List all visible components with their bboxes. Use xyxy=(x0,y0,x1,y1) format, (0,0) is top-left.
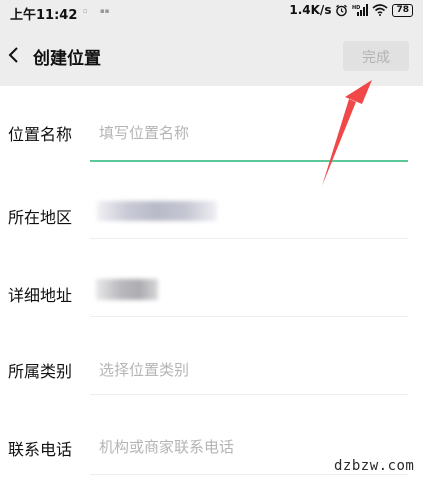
alarm-icon xyxy=(336,4,348,16)
network-speed: 1.4K/s xyxy=(289,3,332,17)
input-underline-active xyxy=(90,160,408,162)
phone-input[interactable]: 机构或商家联系电话 xyxy=(99,436,234,457)
signal-icon: HD xyxy=(352,4,369,16)
svg-text:HD: HD xyxy=(352,5,360,11)
category-selector[interactable]: 选择位置类别 xyxy=(99,359,189,380)
battery-indicator: 78 xyxy=(392,3,413,17)
watermark-text: dzbzw.com xyxy=(334,458,415,474)
field-label-region: 所在地区 xyxy=(8,208,73,227)
app-bar: 创建位置 完成 xyxy=(0,24,423,86)
divider xyxy=(90,394,408,395)
chevron-left-icon[interactable] xyxy=(4,43,26,67)
status-time: 上午11:42 xyxy=(10,8,78,23)
wifi-icon xyxy=(372,4,388,16)
divider xyxy=(90,238,408,239)
form-row-category: 所属类别 选择位置类别 xyxy=(0,320,423,398)
field-label-address: 详细地址 xyxy=(8,286,73,305)
status-bar: 上午11:42 ▫ ▪▪ 1.4K/s HD 78 xyxy=(0,0,423,24)
divider xyxy=(90,316,408,317)
divider xyxy=(90,474,408,475)
field-label-category: 所属类别 xyxy=(8,362,73,381)
form-row-address: 详细地址 xyxy=(0,242,423,320)
form-row-name: 位置名称 填写位置名称 xyxy=(0,86,423,164)
address-value-redacted[interactable] xyxy=(96,279,158,300)
app-notification-icon: ▪▪ xyxy=(100,7,110,15)
field-label-name: 位置名称 xyxy=(8,125,73,144)
name-input[interactable]: 填写位置名称 xyxy=(99,122,189,143)
page-title: 创建位置 xyxy=(33,49,101,69)
status-right-group: 1.4K/s HD 78 xyxy=(289,3,413,17)
notification-icon: ▫ xyxy=(83,7,88,15)
field-label-phone: 联系电话 xyxy=(8,440,73,459)
region-value-redacted[interactable] xyxy=(97,201,217,221)
done-button[interactable]: 完成 xyxy=(343,41,409,71)
